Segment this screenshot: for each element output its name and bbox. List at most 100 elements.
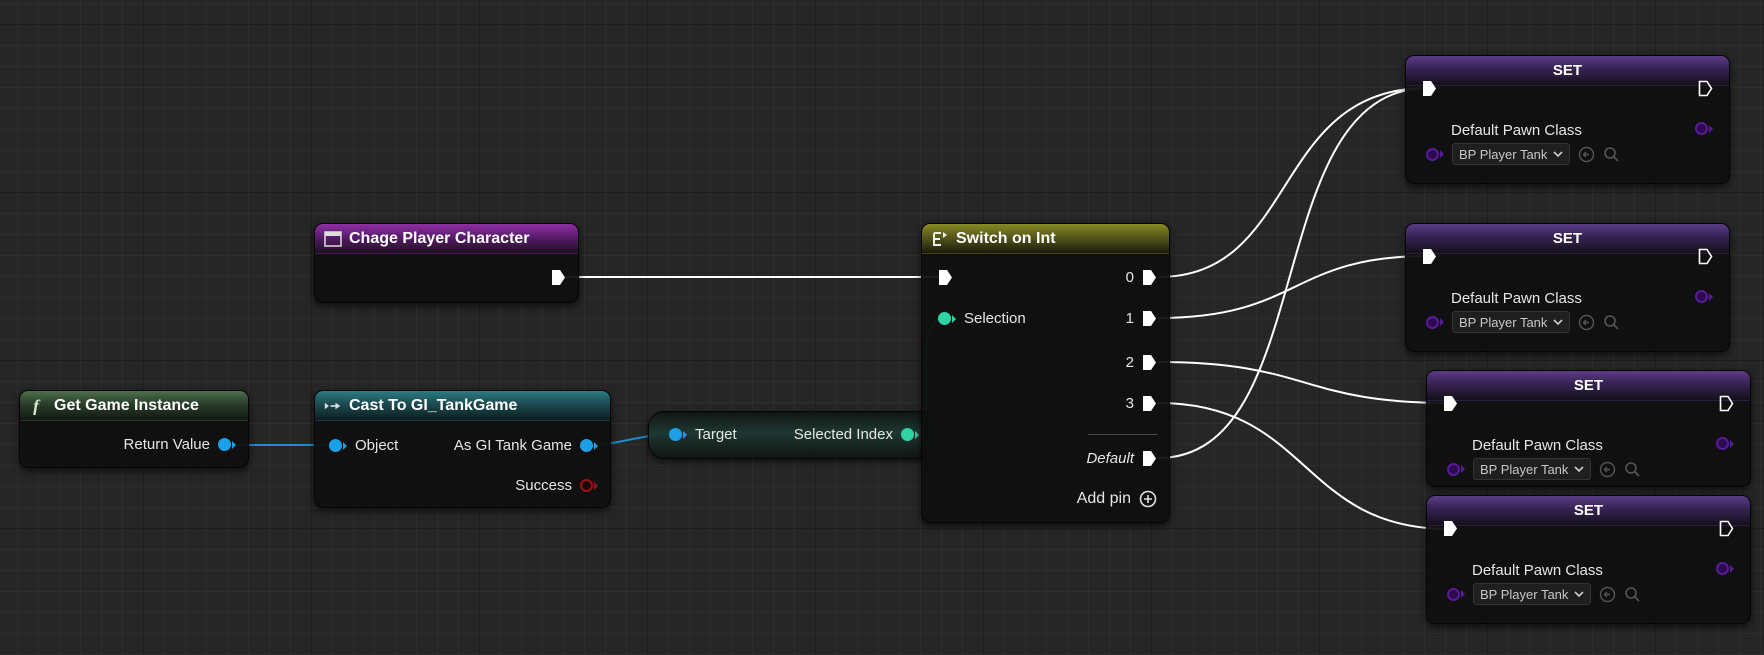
cast-icon (324, 397, 342, 415)
set-node-4-in-pin[interactable] (1447, 587, 1460, 601)
selected-index-getter-node[interactable]: Target Selected Index (648, 411, 938, 459)
set-node-1-exec-in-icon[interactable] (1422, 80, 1437, 97)
set-node-4-class-value: BP Player Tank (1480, 586, 1569, 602)
set-node-3-out-pin[interactable] (1716, 437, 1729, 450)
browse-arrow-icon[interactable] (1578, 146, 1595, 163)
set-node-2-out-pin-row (1695, 290, 1713, 303)
set-node-3-in-pin[interactable] (1447, 462, 1460, 476)
set-node-3-in-pin-arrow (1461, 465, 1465, 473)
switch-default-row: Default (1086, 450, 1157, 467)
set-node-3-exec-out (1719, 395, 1734, 412)
switch-separator (1088, 434, 1157, 435)
chevron-down-icon (1574, 590, 1584, 597)
search-icon[interactable] (1624, 586, 1641, 603)
svg-text:f: f (33, 397, 41, 415)
set-node-4-exec-out (1719, 520, 1734, 537)
set-node-4-out-pin[interactable] (1716, 562, 1729, 575)
exec-in-pin-icon[interactable] (938, 269, 953, 286)
selected-index-label: Selected Index (793, 426, 893, 443)
event-title: Chage Player Character (349, 229, 530, 247)
target-pin[interactable] (669, 428, 682, 441)
set-node-2-exec-out-icon[interactable] (1698, 248, 1713, 265)
set-node-1-header[interactable]: SET (1406, 56, 1729, 86)
cast-to-gi-tankgame-node[interactable]: Cast To GI_TankGame Object As GI Tank Ga… (314, 390, 611, 508)
get-game-instance-title: Get Game Instance (54, 396, 199, 414)
set-node-4-class-dropdown[interactable]: BP Player Tank (1473, 583, 1592, 605)
switch-out-3-row: 3 (1126, 395, 1157, 412)
browse-arrow-icon[interactable] (1578, 314, 1595, 331)
add-pin-label: Add pin (1076, 490, 1131, 507)
wire-switch2-to-set3 (1157, 361, 1450, 404)
set-node-1-value-row: BP Player Tank (1426, 143, 1620, 165)
set-node-3-exec-in (1443, 395, 1458, 412)
cast-header[interactable]: Cast To GI_TankGame (315, 391, 610, 421)
set-node-2[interactable]: SET Default Pawn Class BP Player Tank (1405, 223, 1730, 352)
object-pin[interactable] (329, 439, 342, 452)
exec-default-pin-icon[interactable] (1142, 450, 1157, 467)
add-pin-icon (1139, 490, 1157, 508)
exec-out-3-pin-icon[interactable] (1142, 395, 1157, 412)
set-node-4-in-pin-arrow (1461, 590, 1465, 598)
set-node-2-exec-out (1698, 248, 1713, 265)
set-node-4[interactable]: SET Default Pawn Class BP Player Tank (1426, 495, 1751, 624)
browse-arrow-icon[interactable] (1599, 461, 1616, 478)
set-node-3-header[interactable]: SET (1427, 371, 1750, 401)
search-icon[interactable] (1603, 314, 1620, 331)
set-node-4-var-label-row: Default Pawn Class (1472, 562, 1603, 579)
set-node-2-value-row: BP Player Tank (1426, 311, 1620, 333)
set-node-4-exec-in-icon[interactable] (1443, 520, 1458, 537)
get-game-instance-node[interactable]: f Get Game Instance Return Value (19, 390, 249, 468)
set-node-2-in-pin[interactable] (1426, 315, 1439, 329)
set-node-2-exec-in-icon[interactable] (1422, 248, 1437, 265)
exec-out-pin-icon[interactable] (551, 269, 566, 286)
selection-pin[interactable] (938, 312, 951, 325)
wire-switch3-to-set4 (1157, 402, 1450, 530)
switch-on-int-node[interactable]: Switch on Int Selection 0 1 2 3 Default … (921, 223, 1170, 523)
set-node-3-class-dropdown[interactable]: BP Player Tank (1473, 458, 1592, 480)
search-icon[interactable] (1624, 461, 1641, 478)
set-node-1-exec-out-icon[interactable] (1698, 80, 1713, 97)
object-label: Object (355, 437, 399, 454)
return-value-pin[interactable] (218, 438, 231, 451)
chage-player-character-event-node[interactable]: Chage Player Character (314, 223, 579, 303)
set-node-4-header[interactable]: SET (1427, 496, 1750, 526)
set-node-4-exec-out-icon[interactable] (1719, 520, 1734, 537)
set-node-1[interactable]: SET Default Pawn Class BP Player Tank (1405, 55, 1730, 184)
switch-out-1-label: 1 (1125, 310, 1134, 327)
event-header[interactable]: Chage Player Character (315, 224, 578, 254)
switch-icon (931, 230, 949, 248)
exec-out-1-pin-icon[interactable] (1142, 310, 1157, 327)
return-value-row: Return Value (124, 436, 236, 453)
object-pin-arrow (343, 441, 347, 450)
search-icon[interactable] (1603, 146, 1620, 163)
event-icon (324, 230, 342, 248)
event-exec-out-row (551, 269, 566, 286)
set-node-4-exec-in (1443, 520, 1458, 537)
set-node-2-out-pin[interactable] (1695, 290, 1708, 303)
exec-out-2-pin-icon[interactable] (1142, 354, 1157, 371)
set-node-3-title: SET (1573, 377, 1604, 394)
as-gi-tank-game-pin[interactable] (580, 439, 593, 452)
set-node-1-class-dropdown[interactable]: BP Player Tank (1452, 143, 1571, 165)
set-node-3-exec-out-icon[interactable] (1719, 395, 1734, 412)
set-node-2-header[interactable]: SET (1406, 224, 1729, 254)
browse-arrow-icon[interactable] (1599, 586, 1616, 603)
set-node-3-var-label: Default Pawn Class (1472, 437, 1603, 454)
switch-default-label: Default (1086, 450, 1134, 467)
switch-header[interactable]: Switch on Int (922, 224, 1169, 254)
set-node-4-out-pin-row (1716, 562, 1734, 575)
set-node-1-in-pin[interactable] (1426, 147, 1439, 161)
selected-index-pin[interactable] (901, 428, 914, 441)
success-pin[interactable] (580, 479, 593, 492)
set-node-3-exec-in-icon[interactable] (1443, 395, 1458, 412)
set-node-3-out-pin-arrow (1730, 439, 1734, 448)
set-node-2-class-dropdown[interactable]: BP Player Tank (1452, 311, 1571, 333)
get-game-instance-header[interactable]: f Get Game Instance (20, 391, 248, 421)
exec-out-0-pin-icon[interactable] (1142, 269, 1157, 286)
set-node-1-out-pin[interactable] (1695, 122, 1708, 135)
set-node-2-exec-in (1422, 248, 1437, 265)
add-pin-button[interactable]: Add pin (1077, 490, 1157, 508)
chevron-down-icon (1553, 318, 1563, 325)
set-node-3[interactable]: SET Default Pawn Class BP Player Tank (1426, 370, 1751, 487)
set-node-2-class-value: BP Player Tank (1459, 314, 1548, 330)
